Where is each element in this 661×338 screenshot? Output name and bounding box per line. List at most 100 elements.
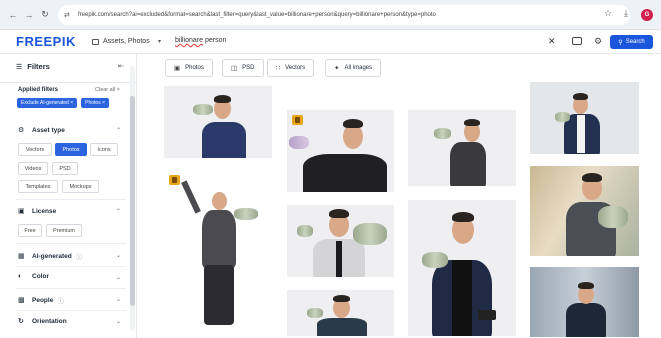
asset-type-psd[interactable]: PSD bbox=[52, 162, 78, 175]
clear-all-link[interactable]: Clear all × bbox=[95, 87, 120, 93]
photo-tile[interactable] bbox=[287, 86, 394, 94]
asset-scope-dropdown[interactable]: Assets, Photos bbox=[92, 38, 150, 45]
ai-icon: ▦ bbox=[18, 253, 25, 260]
photo-subject bbox=[212, 192, 227, 210]
asset-type-heading[interactable]: ⚙ Asset type bbox=[18, 126, 65, 135]
asset-type-photos[interactable]: Photos bbox=[55, 143, 87, 156]
profile-avatar[interactable]: G bbox=[641, 9, 653, 21]
photo-subject bbox=[573, 93, 588, 100]
browser-toolbar: ← → ↻ ⇄ freepik.com/search?ai=excluded&f… bbox=[0, 0, 661, 30]
reload-icon[interactable]: ↻ bbox=[38, 8, 52, 22]
clear-search-icon[interactable]: ✕ bbox=[548, 36, 556, 47]
search-by-image-icon[interactable] bbox=[572, 37, 582, 45]
scrollbar-thumb[interactable] bbox=[130, 96, 135, 306]
applied-filter-chips: Exclude AI-generated × Photos × bbox=[17, 98, 110, 108]
photo-tile[interactable] bbox=[164, 170, 272, 334]
photo-tile[interactable] bbox=[530, 267, 639, 337]
money-fan bbox=[193, 104, 213, 115]
tab-psd[interactable]: ◫ PSD bbox=[222, 59, 264, 77]
divider bbox=[16, 266, 126, 267]
tab-all-images[interactable]: ✦ All images bbox=[325, 59, 382, 77]
tab-vectors[interactable]: ∷ Vectors bbox=[267, 59, 315, 77]
image-icon bbox=[92, 38, 99, 45]
photo-subject bbox=[450, 142, 486, 186]
tab-vectors-label: Vectors bbox=[285, 65, 306, 71]
filter-sliders-icon: ☰ bbox=[16, 63, 23, 71]
photo-subject bbox=[582, 173, 602, 182]
photo-tile[interactable] bbox=[408, 110, 516, 186]
forward-icon[interactable]: → bbox=[22, 8, 36, 22]
photo-tile[interactable] bbox=[408, 200, 516, 336]
search-button[interactable]: ⚲ Search bbox=[610, 35, 653, 49]
tab-photos-label: Photos bbox=[185, 65, 204, 71]
applied-filters-label: Applied filters bbox=[18, 87, 59, 93]
money-fan bbox=[434, 128, 451, 139]
photo-subject bbox=[452, 260, 472, 336]
asset-type-mockups[interactable]: Mockups bbox=[62, 180, 99, 193]
chevron-down-icon[interactable]: ⌄ bbox=[116, 318, 121, 325]
info-icon: ⓘ bbox=[57, 298, 64, 305]
chevron-up-icon[interactable]: ⌃ bbox=[116, 208, 121, 215]
search-input[interactable]: billionare person bbox=[175, 37, 226, 44]
people-heading[interactable]: ▩ People ⓘ bbox=[18, 295, 64, 306]
photo-tile[interactable] bbox=[530, 82, 639, 154]
license-premium[interactable]: Premium bbox=[46, 224, 82, 237]
asset-type-icons[interactable]: Icons bbox=[90, 143, 118, 156]
freepik-logo[interactable]: FREEPIK bbox=[16, 34, 76, 49]
asset-type-vectors[interactable]: Vectors bbox=[18, 143, 52, 156]
bookmark-star-icon[interactable]: ☆ bbox=[604, 8, 612, 19]
back-icon[interactable]: ← bbox=[6, 8, 20, 22]
chip-exclude-ai[interactable]: Exclude AI-generated × bbox=[17, 98, 78, 108]
photo-subject bbox=[452, 212, 474, 222]
asset-type-title: Asset type bbox=[32, 126, 65, 134]
download-icon[interactable]: ⤓ bbox=[624, 8, 628, 19]
photo-subject bbox=[333, 295, 350, 302]
color-heading[interactable]: ◐ Color bbox=[18, 273, 49, 280]
photo-tile[interactable] bbox=[287, 110, 394, 192]
chevron-down-icon[interactable]: ⌄ bbox=[116, 252, 121, 259]
sparkle-icon: ✦ bbox=[334, 65, 340, 72]
money-fan bbox=[422, 252, 448, 268]
photo-tile[interactable] bbox=[164, 86, 272, 158]
chevron-down-icon[interactable]: ▾ bbox=[158, 38, 161, 45]
chip-photos[interactable]: Photos × bbox=[81, 98, 110, 108]
search-query-rest: person bbox=[203, 37, 227, 44]
url-text: freepik.com/search?ai=excluded&format=se… bbox=[78, 11, 436, 18]
site-settings-icon[interactable]: ⇄ bbox=[64, 11, 74, 19]
filters-title: Filters bbox=[27, 62, 50, 71]
orientation-heading[interactable]: ↻ Orientation bbox=[18, 317, 67, 326]
palette-icon: ◐ bbox=[18, 273, 23, 280]
photo-tile[interactable] bbox=[530, 166, 639, 256]
license-heading[interactable]: ▣ License bbox=[18, 207, 56, 216]
chevron-up-icon[interactable]: ⌃ bbox=[116, 127, 121, 134]
sidebar-scrollbar[interactable] bbox=[130, 66, 135, 331]
photo-tile[interactable] bbox=[287, 205, 394, 277]
photo-tile[interactable] bbox=[408, 86, 516, 96]
premium-crown-icon bbox=[169, 175, 180, 185]
tab-photos[interactable]: ▣ Photos bbox=[165, 59, 213, 77]
address-bar[interactable]: ⇄ freepik.com/search?ai=excluded&format=… bbox=[58, 4, 630, 25]
collapse-sidebar-icon[interactable]: ⇤ bbox=[118, 62, 124, 70]
asset-type-videos[interactable]: Videos bbox=[18, 162, 48, 175]
orientation-title: Orientation bbox=[32, 317, 67, 325]
asset-type-icon: ⚙ bbox=[18, 127, 25, 134]
chevron-down-icon[interactable]: ⌄ bbox=[116, 274, 121, 281]
chevron-down-icon[interactable]: ⌄ bbox=[116, 296, 121, 303]
people-icon: ▩ bbox=[18, 297, 25, 304]
photo-subject bbox=[464, 119, 480, 126]
money-fan bbox=[297, 225, 313, 237]
ai-generated-title: AI-generated bbox=[32, 252, 72, 260]
app-header: FREEPIK Assets, Photos ▾ billionare pers… bbox=[0, 30, 661, 54]
photo-subject bbox=[204, 265, 234, 325]
money-fan bbox=[289, 136, 309, 149]
photo-subject bbox=[343, 119, 363, 128]
photo-tile[interactable] bbox=[287, 290, 394, 336]
ai-generated-heading[interactable]: ▦ AI-generated ⓘ bbox=[18, 251, 82, 262]
license-free[interactable]: Free bbox=[18, 224, 42, 237]
photo-subject bbox=[329, 209, 349, 218]
clear-all-label: Clear all bbox=[95, 87, 116, 93]
tab-all-images-label: All images bbox=[344, 65, 373, 71]
money-fan bbox=[353, 223, 387, 245]
asset-type-templates[interactable]: Templates bbox=[18, 180, 58, 193]
gear-icon[interactable]: ⚙ bbox=[594, 36, 602, 47]
